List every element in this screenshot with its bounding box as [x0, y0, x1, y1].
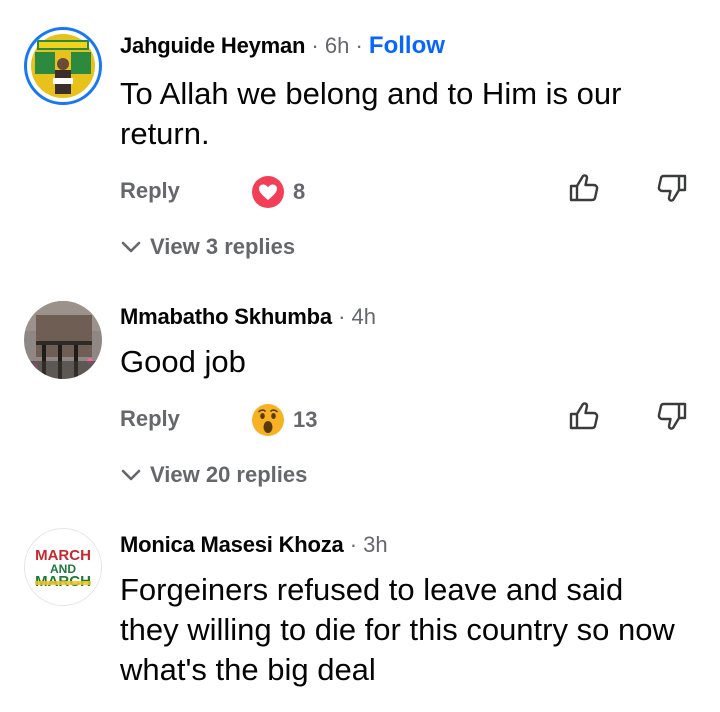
author-name[interactable]: Monica Masesi Khoza: [120, 532, 344, 557]
reaction-count: 8: [293, 179, 306, 204]
comment-text: Good job: [120, 344, 246, 379]
separator: ·: [311, 33, 319, 58]
author-name[interactable]: Jahguide Heyman: [120, 33, 305, 58]
comment-text: Forgeiners refused to leave and said the…: [120, 572, 675, 687]
author-name[interactable]: Mmabatho Skhumba: [120, 304, 332, 329]
love-icon: [252, 176, 284, 208]
reaction-summary[interactable]: 13: [251, 403, 317, 437]
avatar[interactable]: [24, 27, 102, 105]
avatar[interactable]: MARCH AND MARCH: [24, 528, 102, 606]
timestamp[interactable]: 4h: [352, 304, 376, 329]
separator: ·: [355, 33, 363, 58]
like-icon[interactable]: [568, 400, 600, 432]
dislike-icon[interactable]: [656, 400, 688, 432]
avatar-image: [24, 301, 102, 379]
timestamp[interactable]: 6h: [325, 33, 349, 58]
view-replies-label: View 20 replies: [150, 462, 308, 487]
comment-header: Jahguide Heyman · 6h · Follow: [120, 32, 445, 60]
view-replies-button[interactable]: View 20 replies: [120, 462, 307, 488]
reply-button[interactable]: Reply: [120, 178, 180, 204]
avatar-image: [31, 34, 95, 98]
avatar-logo: MARCH AND MARCH: [35, 547, 91, 590]
follow-button[interactable]: Follow: [369, 32, 445, 59]
dislike-icon[interactable]: [656, 172, 688, 204]
chevron-down-icon: [121, 469, 141, 481]
wow-icon: [252, 404, 284, 436]
avatar[interactable]: [24, 301, 102, 379]
comment-text: To Allah we belong and to Him is our ret…: [120, 76, 622, 151]
view-replies-button[interactable]: View 3 replies: [120, 234, 295, 260]
reaction-count: 13: [293, 407, 318, 432]
comment-header: Monica Masesi Khoza · 3h: [120, 532, 388, 558]
comment-header: Mmabatho Skhumba · 4h: [120, 304, 376, 330]
reaction-summary[interactable]: 8: [251, 175, 305, 209]
like-icon[interactable]: [568, 172, 600, 204]
view-replies-label: View 3 replies: [150, 234, 296, 259]
separator: ·: [349, 532, 358, 557]
separator: ·: [338, 304, 346, 329]
timestamp[interactable]: 3h: [363, 532, 387, 557]
reply-button[interactable]: Reply: [120, 406, 180, 432]
chevron-down-icon: [121, 241, 141, 253]
